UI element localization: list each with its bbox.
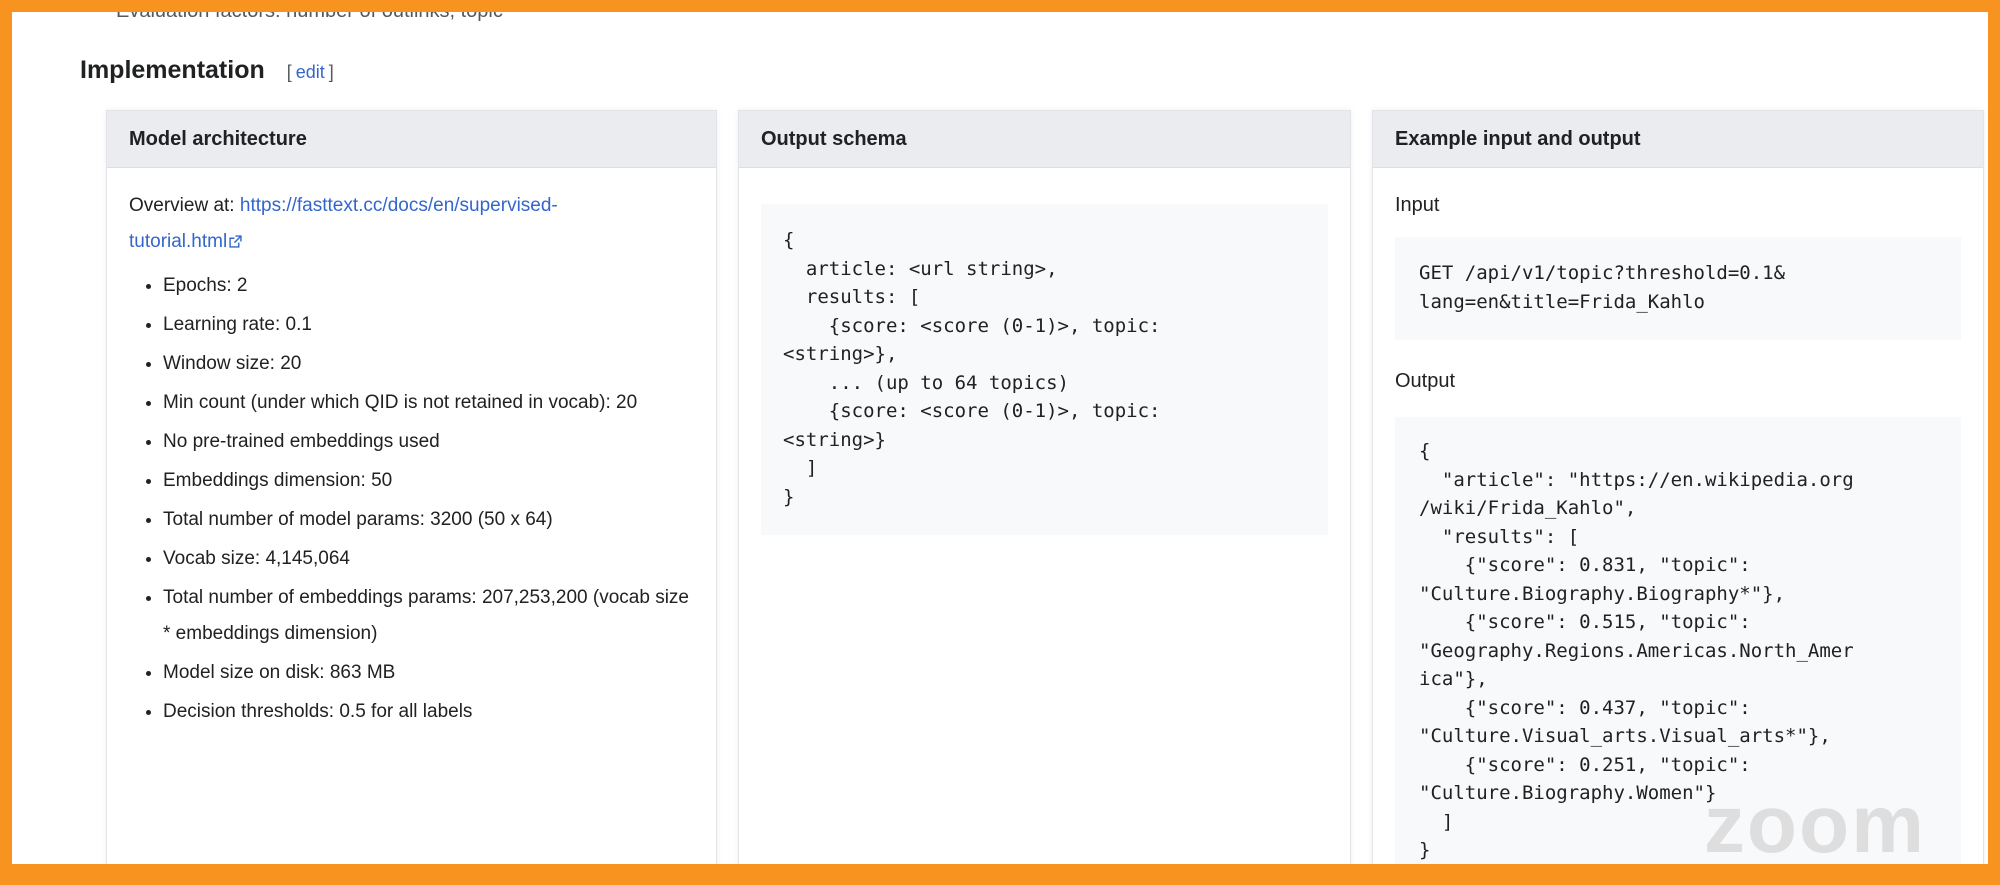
list-item: Epochs: 2 [163,268,694,304]
output-schema-code: { article: <url string>, results: [ {sco… [761,204,1328,535]
model-params-list: Epochs: 2 Learning rate: 0.1 Window size… [129,268,694,730]
list-item: Vocab size: 4,145,064 [163,541,694,577]
example-title: Example input and output [1373,111,1983,168]
list-item: Total number of model params: 3200 (50 x… [163,502,694,538]
list-item: Model size on disk: 863 MB [163,655,694,691]
model-architecture-title: Model architecture [107,111,716,168]
list-item: Total number of embeddings params: 207,2… [163,580,694,652]
list-item: Learning rate: 0.1 [163,307,694,343]
cut-off-text: Evaluation factors: number of outlinks, … [116,12,503,23]
list-item: Decision thresholds: 0.5 for all labels [163,694,694,730]
output-schema-panel: Output schema { article: <url string>, r… [738,110,1351,864]
edit-open-bracket: [ [286,62,292,82]
overview-link-line1: https://fasttext.cc/docs/en/supervised- [239,195,558,216]
external-link-icon [229,235,242,248]
zoom-watermark: zoom [1703,779,1926,865]
model-architecture-body: Overview at: https://fasttext.cc/docs/en… [107,168,716,730]
edit-close-bracket: ] [328,62,334,82]
list-item: Min count (under which QID is not retain… [163,385,694,421]
edit-link[interactable]: edit [296,62,325,82]
section-heading: Implementation [edit] [80,56,334,85]
overview-line: Overview at: https://fasttext.cc/docs/en… [129,188,694,260]
section-title: Implementation [80,56,265,84]
list-item: Window size: 20 [163,346,694,382]
list-item: Embeddings dimension: 50 [163,463,694,499]
example-panel: Example input and output Input GET /api/… [1372,110,1984,864]
output-label: Output [1395,370,1456,392]
page-frame: Evaluation factors: number of outlinks, … [12,12,1988,864]
input-code: GET /api/v1/topic?threshold=0.1& lang=en… [1395,237,1961,340]
overview-prefix: Overview at: [129,195,240,216]
edit-section: [edit] [287,62,334,83]
list-item: No pre-trained embeddings used [163,424,694,460]
output-schema-title: Output schema [739,111,1350,168]
input-label: Input [1395,194,1440,216]
overview-link-line2: tutorial.html [129,231,228,252]
model-architecture-panel: Model architecture Overview at: https://… [106,110,717,864]
